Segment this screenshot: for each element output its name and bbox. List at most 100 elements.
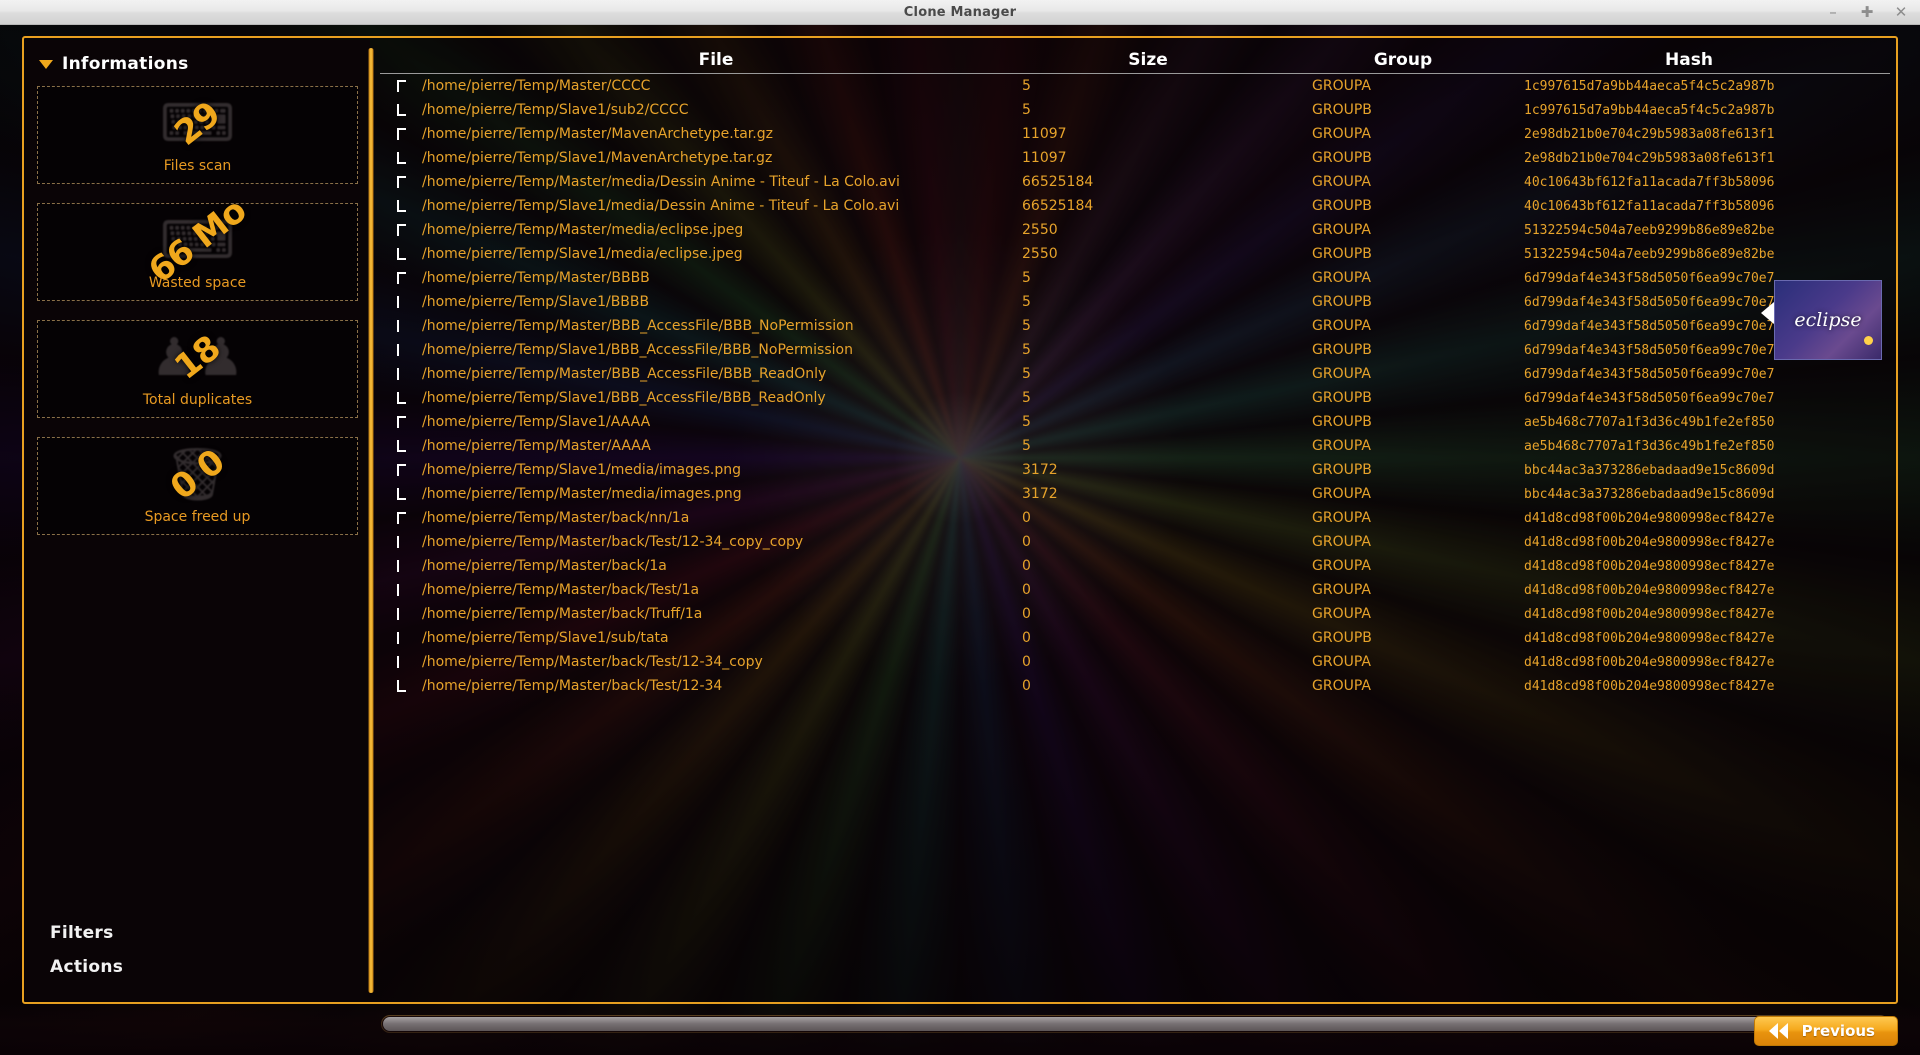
cell-group: GROUPA: [1312, 486, 1371, 502]
table-row[interactable]: /home/pierre/Temp/Master/back/Test/12-34…: [380, 650, 1890, 674]
cell-group: GROUPB: [1312, 630, 1372, 646]
table-row[interactable]: /home/pierre/Temp/Slave1/BBB_AccessFile/…: [380, 386, 1890, 410]
informations-title: Informations: [62, 54, 189, 74]
group-bracket-icon: [380, 674, 418, 698]
previous-button[interactable]: Previous: [1753, 1016, 1898, 1046]
table-row[interactable]: /home/pierre/Temp/Master/media/images.pn…: [380, 482, 1890, 506]
actions-section[interactable]: Actions: [25, 950, 370, 984]
table-row[interactable]: /home/pierre/Temp/Master/media/eclipse.j…: [380, 218, 1890, 242]
column-header-size[interactable]: Size: [1014, 50, 1282, 70]
actions-label: Actions: [50, 957, 124, 977]
cell-file: /home/pierre/Temp/Master/back/Test/12-34…: [422, 654, 763, 670]
table-row[interactable]: /home/pierre/Temp/Slave1/media/images.pn…: [380, 458, 1890, 482]
table-row[interactable]: /home/pierre/Temp/Master/back/Test/12-34…: [380, 530, 1890, 554]
table-row[interactable]: /home/pierre/Temp/Slave1/BBBB 5 GROUPB 6d79…: [380, 290, 1890, 314]
clone-manager-window: Clone Manager – ✚ ✕ Informations ⌨ 29 Fi…: [0, 0, 1920, 1055]
cell-file: /home/pierre/Temp/Slave1/BBBB: [422, 294, 650, 310]
group-bracket-icon: [380, 386, 418, 410]
cell-size: 3172: [1022, 486, 1058, 502]
cell-size: 5: [1022, 78, 1031, 94]
cell-hash: d41d8cd98f00b204e9800998ecf8427e: [1524, 654, 1775, 670]
table-row[interactable]: /home/pierre/Temp/Master/BBB_AccessFile/…: [380, 314, 1890, 338]
cell-size: 5: [1022, 390, 1031, 406]
table-row[interactable]: /home/pierre/Temp/Slave1/BBB_AccessFile/…: [380, 338, 1890, 362]
cell-size: 0: [1022, 606, 1031, 622]
column-header-group[interactable]: Group: [1282, 50, 1524, 70]
table-row[interactable]: /home/pierre/Temp/Master/AAAA 5 GROUPA ae5b…: [380, 434, 1890, 458]
cell-file: /home/pierre/Temp/Slave1/media/images.pn…: [422, 462, 742, 478]
cell-group: GROUPB: [1312, 198, 1372, 214]
table-row[interactable]: /home/pierre/Temp/Slave1/media/eclipse.j…: [380, 242, 1890, 266]
table-row[interactable]: /home/pierre/Temp/Slave1/sub/tata 0 GROUPB…: [380, 626, 1890, 650]
filters-section[interactable]: Filters: [25, 916, 370, 950]
table-row[interactable]: /home/pierre/Temp/Master/MavenArchetype.…: [380, 122, 1890, 146]
previous-button-label: Previous: [1801, 1022, 1875, 1040]
cell-size: 5: [1022, 318, 1031, 334]
table-row[interactable]: /home/pierre/Temp/Master/back/Truff/1a 0 G…: [380, 602, 1890, 626]
cell-group: GROUPB: [1312, 462, 1372, 478]
group-bracket-icon: [380, 362, 418, 386]
group-bracket-icon: [380, 650, 418, 674]
table-row[interactable]: /home/pierre/Temp/Slave1/MavenArchetype.…: [380, 146, 1890, 170]
cell-group: GROUPA: [1312, 174, 1371, 190]
cell-file: /home/pierre/Temp/Master/back/nn/1a: [422, 510, 690, 526]
cell-group: GROUPA: [1312, 654, 1371, 670]
table-row[interactable]: /home/pierre/Temp/Master/BBBB 5 GROUPA 6d79…: [380, 266, 1890, 290]
cell-hash: d41d8cd98f00b204e9800998ecf8427e: [1524, 630, 1775, 646]
cell-group: GROUPB: [1312, 150, 1372, 166]
chevron-down-icon: [39, 59, 53, 69]
group-bracket-icon: [380, 530, 418, 554]
cell-size: 0: [1022, 510, 1031, 526]
cell-group: GROUPA: [1312, 78, 1371, 94]
group-bracket-icon: [380, 98, 418, 122]
column-header-file[interactable]: File: [418, 50, 1014, 70]
table-row[interactable]: /home/pierre/Temp/Slave1/media/Dessin An…: [380, 194, 1890, 218]
maximize-button[interactable]: ✚: [1858, 4, 1876, 22]
rewind-icon: [1768, 1023, 1788, 1039]
stat-card-files-scan[interactable]: ⌨ 29 Files scan: [37, 86, 358, 184]
table-body: /home/pierre/Temp/Master/CCCC 5 GROUPA 1c99…: [380, 74, 1890, 934]
table-row[interactable]: /home/pierre/Temp/Master/BBB_AccessFile/…: [380, 362, 1890, 386]
table-row[interactable]: /home/pierre/Temp/Master/CCCC 5 GROUPA 1c99…: [380, 74, 1890, 98]
cell-file: /home/pierre/Temp/Master/media/Dessin An…: [422, 174, 900, 190]
cell-hash: 6d799daf4e343f58d5050f6ea99c70e7: [1524, 366, 1775, 382]
cell-size: 2550: [1022, 246, 1058, 262]
stat-card-total-duplicates[interactable]: ♟♟ 18 Total duplicates: [37, 320, 358, 418]
cell-group: GROUPA: [1312, 534, 1371, 550]
sidebar: Informations ⌨ 29 Files scan ⌨ 66 Mo Was…: [25, 40, 370, 1000]
cell-size: 5: [1022, 438, 1031, 454]
group-bracket-icon: [380, 434, 418, 458]
table-row[interactable]: /home/pierre/Temp/Master/back/1a 0 GROUPA d…: [380, 554, 1890, 578]
cell-hash: 40c10643bf612fa11acada7ff3b58096: [1524, 198, 1775, 214]
cell-size: 0: [1022, 534, 1031, 550]
sidebar-footer: Filters Actions: [25, 916, 370, 1000]
total-duplicates-label: Total duplicates: [142, 392, 253, 408]
table-row[interactable]: /home/pierre/Temp/Master/back/Test/12-34…: [380, 674, 1890, 698]
informations-section-header[interactable]: Informations: [25, 40, 370, 86]
cell-hash: 2e98db21b0e704c29b5983a08fe613f1: [1524, 150, 1775, 166]
cell-file: /home/pierre/Temp/Slave1/MavenArchetype.…: [422, 150, 773, 166]
table-row[interactable]: /home/pierre/Temp/Slave1/sub2/CCCC 5 GROUP…: [380, 98, 1890, 122]
column-header-hash[interactable]: Hash: [1524, 50, 1854, 70]
close-button[interactable]: ✕: [1892, 4, 1910, 22]
table-row[interactable]: /home/pierre/Temp/Master/media/Dessin An…: [380, 170, 1890, 194]
minimize-button[interactable]: –: [1824, 4, 1842, 22]
table-row[interactable]: /home/pierre/Temp/Master/back/Test/1a 0 GR…: [380, 578, 1890, 602]
cell-hash: 2e98db21b0e704c29b5983a08fe613f1: [1524, 126, 1775, 142]
image-preview-popup: eclipse: [1774, 280, 1882, 360]
cell-hash: d41d8cd98f00b204e9800998ecf8427e: [1524, 534, 1775, 550]
cell-group: GROUPA: [1312, 222, 1371, 238]
table-row[interactable]: /home/pierre/Temp/Master/back/nn/1a 0 GROU…: [380, 506, 1890, 530]
table-row[interactable]: /home/pierre/Temp/Slave1/AAAA 5 GROUPB ae5b…: [380, 410, 1890, 434]
stat-card-space-freed-up[interactable]: 🗑 0 0 Space freed up: [37, 437, 358, 535]
cell-size: 0: [1022, 558, 1031, 574]
cell-size: 5: [1022, 342, 1031, 358]
cell-size: 0: [1022, 678, 1031, 694]
cell-group: GROUPA: [1312, 366, 1371, 382]
panel-splitter[interactable]: [368, 48, 374, 993]
stat-card-wasted-space[interactable]: ⌨ 66 Mo Wasted space: [37, 203, 358, 301]
cell-group: GROUPA: [1312, 510, 1371, 526]
eclipse-sun-icon: [1864, 336, 1873, 345]
stat-card-list: ⌨ 29 Files scan ⌨ 66 Mo Wasted space ♟♟ …: [25, 86, 370, 554]
